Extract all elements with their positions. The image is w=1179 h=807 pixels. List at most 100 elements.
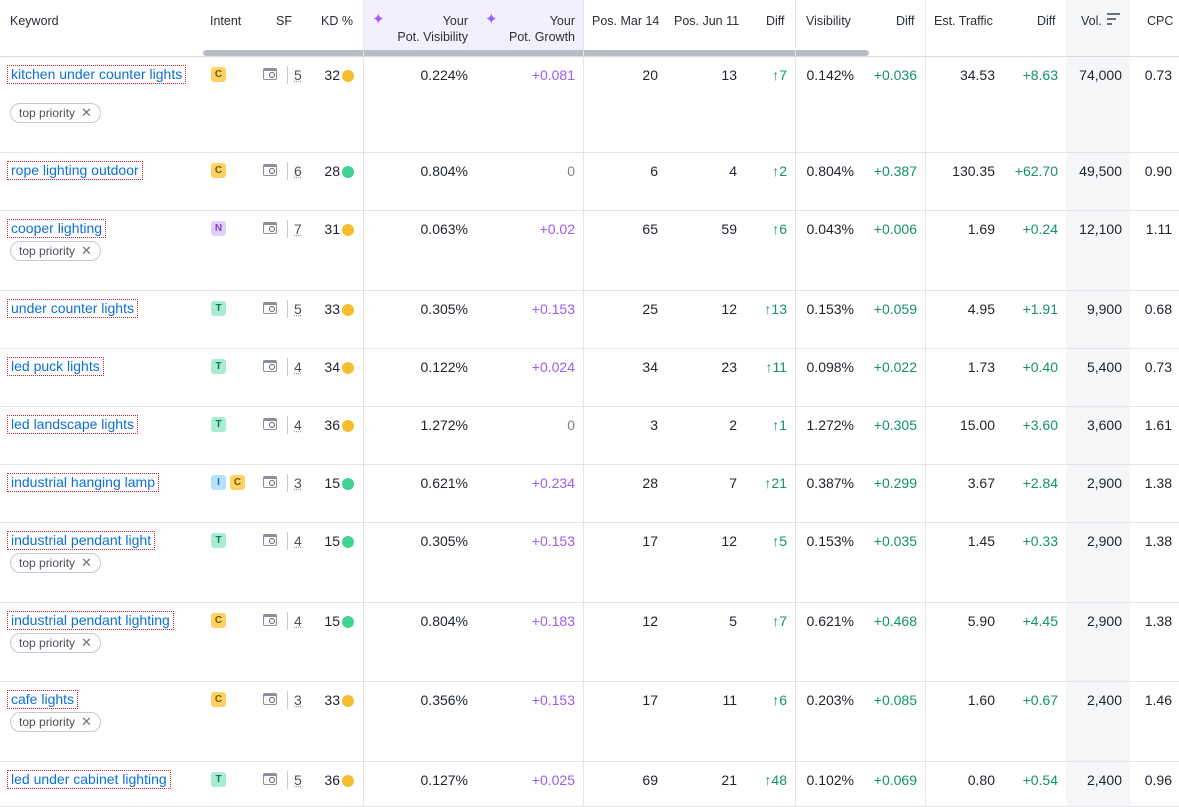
priority-tag[interactable]: top priority ✕ bbox=[10, 712, 101, 732]
cpc-value: 1.38 bbox=[1144, 475, 1172, 491]
header-sf[interactable]: SF bbox=[276, 13, 292, 29]
close-icon[interactable]: ✕ bbox=[81, 714, 92, 729]
sf-count[interactable]: 4 bbox=[294, 533, 302, 549]
keyword-link[interactable]: industrial hanging lamp bbox=[7, 473, 159, 492]
keyword-link[interactable]: kitchen under counter lights bbox=[7, 65, 187, 84]
keyword-link[interactable]: led puck lights bbox=[7, 357, 104, 376]
pos-jun-value: 4 bbox=[729, 163, 737, 179]
keyword-link[interactable]: rope lighting outdoor bbox=[7, 161, 143, 180]
table-row: cooper lighting top priority ✕ N 7 31 0.063% +0… bbox=[0, 211, 1179, 291]
header-intent[interactable]: Intent bbox=[210, 13, 241, 29]
traffic-diff-value: +62.70 bbox=[1014, 163, 1058, 179]
volume-value: 3,600 bbox=[1086, 417, 1122, 433]
kd-value: 33 bbox=[324, 692, 340, 708]
pos-diff-value: ↑21 bbox=[764, 475, 787, 491]
serp-features-icon[interactable] bbox=[263, 773, 279, 786]
serp-features-icon[interactable] bbox=[263, 360, 279, 373]
column-divider bbox=[583, 0, 584, 807]
keyword-link[interactable]: cafe lights bbox=[7, 690, 79, 709]
header-est-traffic[interactable]: Est. Traffic bbox=[934, 13, 993, 29]
kd-value: 34 bbox=[324, 359, 340, 375]
close-icon[interactable]: ✕ bbox=[81, 555, 92, 570]
cpc-value: 0.90 bbox=[1144, 163, 1172, 179]
priority-tag[interactable]: top priority ✕ bbox=[10, 633, 101, 653]
serp-features-icon[interactable] bbox=[263, 418, 279, 431]
pos-diff-value: ↑1 bbox=[772, 417, 787, 433]
header-pos-mar[interactable]: Pos. Mar 14 bbox=[592, 13, 659, 29]
priority-tag[interactable]: top priority ✕ bbox=[10, 553, 101, 573]
sf-count[interactable]: 4 bbox=[294, 613, 302, 629]
header-keyword[interactable]: Keyword bbox=[10, 13, 59, 29]
pos-mar-value: 20 bbox=[642, 67, 658, 83]
pot-visibility-value: 0.804% bbox=[420, 613, 468, 629]
sf-count[interactable]: 7 bbox=[294, 221, 302, 237]
header-pos-jun[interactable]: Pos. Jun 11 bbox=[674, 13, 739, 29]
horizontal-scrollbar[interactable] bbox=[203, 50, 869, 56]
close-icon[interactable]: ✕ bbox=[81, 635, 92, 650]
priority-tag[interactable]: top priority ✕ bbox=[10, 103, 101, 123]
sf-count[interactable]: 4 bbox=[294, 417, 302, 433]
serp-features-icon[interactable] bbox=[263, 302, 279, 315]
serp-features-icon[interactable] bbox=[263, 476, 279, 489]
intent-badge: C bbox=[211, 163, 226, 178]
serp-features-icon[interactable] bbox=[263, 534, 279, 547]
keyword-link[interactable]: cooper lighting bbox=[7, 219, 107, 238]
header-kd[interactable]: KD % bbox=[321, 13, 353, 29]
serp-features-icon[interactable] bbox=[263, 693, 279, 706]
visibility-value: 0.153% bbox=[806, 301, 854, 317]
cpc-value: 0.73 bbox=[1144, 67, 1172, 83]
table-row: cafe lights top priority ✕ C 3 33 0.356% +0.153… bbox=[0, 682, 1179, 762]
header-vol[interactable]: Vol. bbox=[1081, 13, 1102, 29]
traffic-value: 0.80 bbox=[967, 772, 995, 788]
pos-mar-value: 3 bbox=[650, 417, 658, 433]
sort-icon[interactable] bbox=[1107, 13, 1120, 25]
visibility-diff-value: +0.059 bbox=[873, 301, 917, 317]
close-icon[interactable]: ✕ bbox=[81, 105, 92, 120]
kd-indicator bbox=[342, 362, 354, 374]
traffic-diff-value: +1.91 bbox=[1022, 301, 1058, 317]
header-cpc[interactable]: CPC bbox=[1147, 13, 1173, 29]
table-row: industrial pendant lighting top priority ✕… bbox=[0, 603, 1179, 682]
keyword-link[interactable]: led under cabinet lighting bbox=[7, 770, 171, 789]
kd-indicator bbox=[342, 420, 354, 432]
pot-visibility-value: 0.305% bbox=[420, 533, 468, 549]
sf-count[interactable]: 6 bbox=[294, 163, 302, 179]
serp-features-icon[interactable] bbox=[263, 614, 279, 627]
intent-badge: C bbox=[211, 67, 226, 82]
pot-growth-value: +0.02 bbox=[539, 221, 575, 237]
pot-visibility-value: 0.356% bbox=[420, 692, 468, 708]
pos-mar-value: 25 bbox=[642, 301, 658, 317]
kd-value: 33 bbox=[324, 301, 340, 317]
keyword-link[interactable]: under counter lights bbox=[7, 299, 138, 318]
magnifier-icon bbox=[269, 480, 275, 486]
priority-tag[interactable]: top priority ✕ bbox=[10, 241, 101, 261]
sf-count[interactable]: 5 bbox=[294, 67, 302, 83]
header-vis-diff[interactable]: Diff bbox=[896, 13, 915, 29]
kd-indicator bbox=[342, 70, 354, 82]
keyword-link[interactable]: led landscape lights bbox=[7, 415, 138, 434]
visibility-diff-value: +0.006 bbox=[873, 221, 917, 237]
column-divider bbox=[363, 0, 364, 807]
serp-features-icon[interactable] bbox=[263, 222, 279, 235]
sf-count[interactable]: 3 bbox=[294, 692, 302, 708]
header-pot-visibility[interactable]: Your Pot. Visibility bbox=[380, 13, 468, 45]
kd-indicator bbox=[342, 616, 354, 628]
header-pot-growth[interactable]: Your Pot. Growth bbox=[490, 13, 575, 45]
magnifier-icon bbox=[269, 72, 275, 78]
pos-jun-value: 13 bbox=[721, 67, 737, 83]
header-traffic-diff[interactable]: Diff bbox=[1037, 13, 1056, 29]
sf-count[interactable]: 4 bbox=[294, 359, 302, 375]
serp-features-icon[interactable] bbox=[263, 68, 279, 81]
keyword-link[interactable]: industrial pendant lighting bbox=[7, 611, 174, 630]
header-diff[interactable]: Diff bbox=[766, 13, 785, 29]
sf-count[interactable]: 5 bbox=[294, 301, 302, 317]
pot-visibility-value: 0.804% bbox=[420, 163, 468, 179]
priority-tag-label: top priority bbox=[19, 106, 76, 120]
keyword-link[interactable]: industrial pendant light bbox=[7, 531, 156, 550]
header-visibility[interactable]: Visibility bbox=[806, 13, 851, 29]
sf-count[interactable]: 3 bbox=[294, 475, 302, 491]
sf-count[interactable]: 5 bbox=[294, 772, 302, 788]
visibility-value: 0.153% bbox=[806, 533, 854, 549]
serp-features-icon[interactable] bbox=[263, 164, 279, 177]
close-icon[interactable]: ✕ bbox=[81, 243, 92, 258]
